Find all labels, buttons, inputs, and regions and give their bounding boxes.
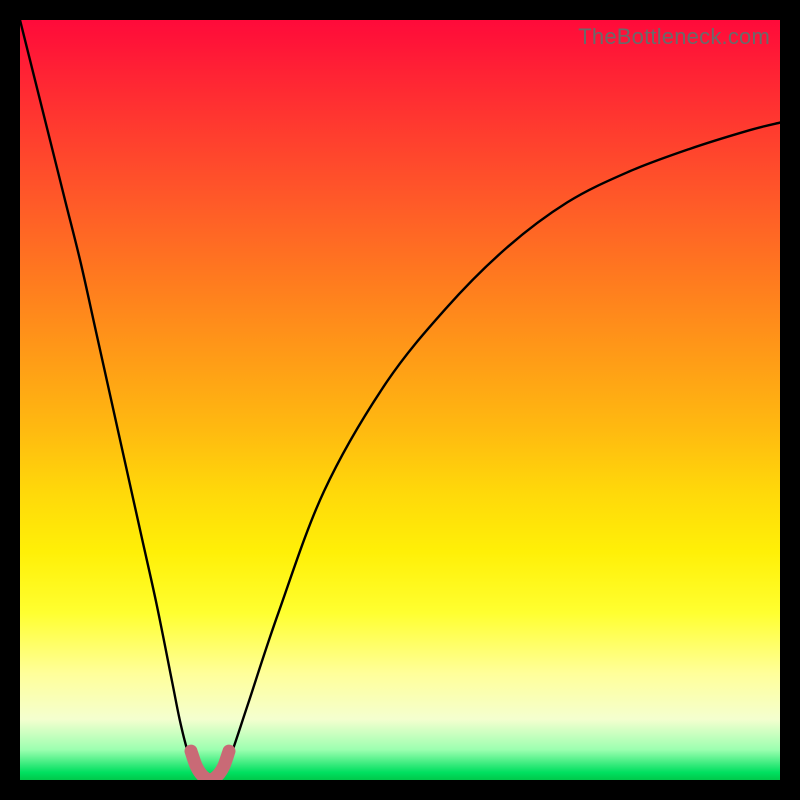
curve-left-branch: [20, 20, 210, 780]
curve-nadir-highlight: [191, 751, 229, 780]
curve-layer: [20, 20, 780, 780]
chart-frame: TheBottleneck.com: [20, 20, 780, 780]
watermark-text: TheBottleneck.com: [578, 24, 770, 50]
curve-right-branch: [210, 123, 780, 780]
